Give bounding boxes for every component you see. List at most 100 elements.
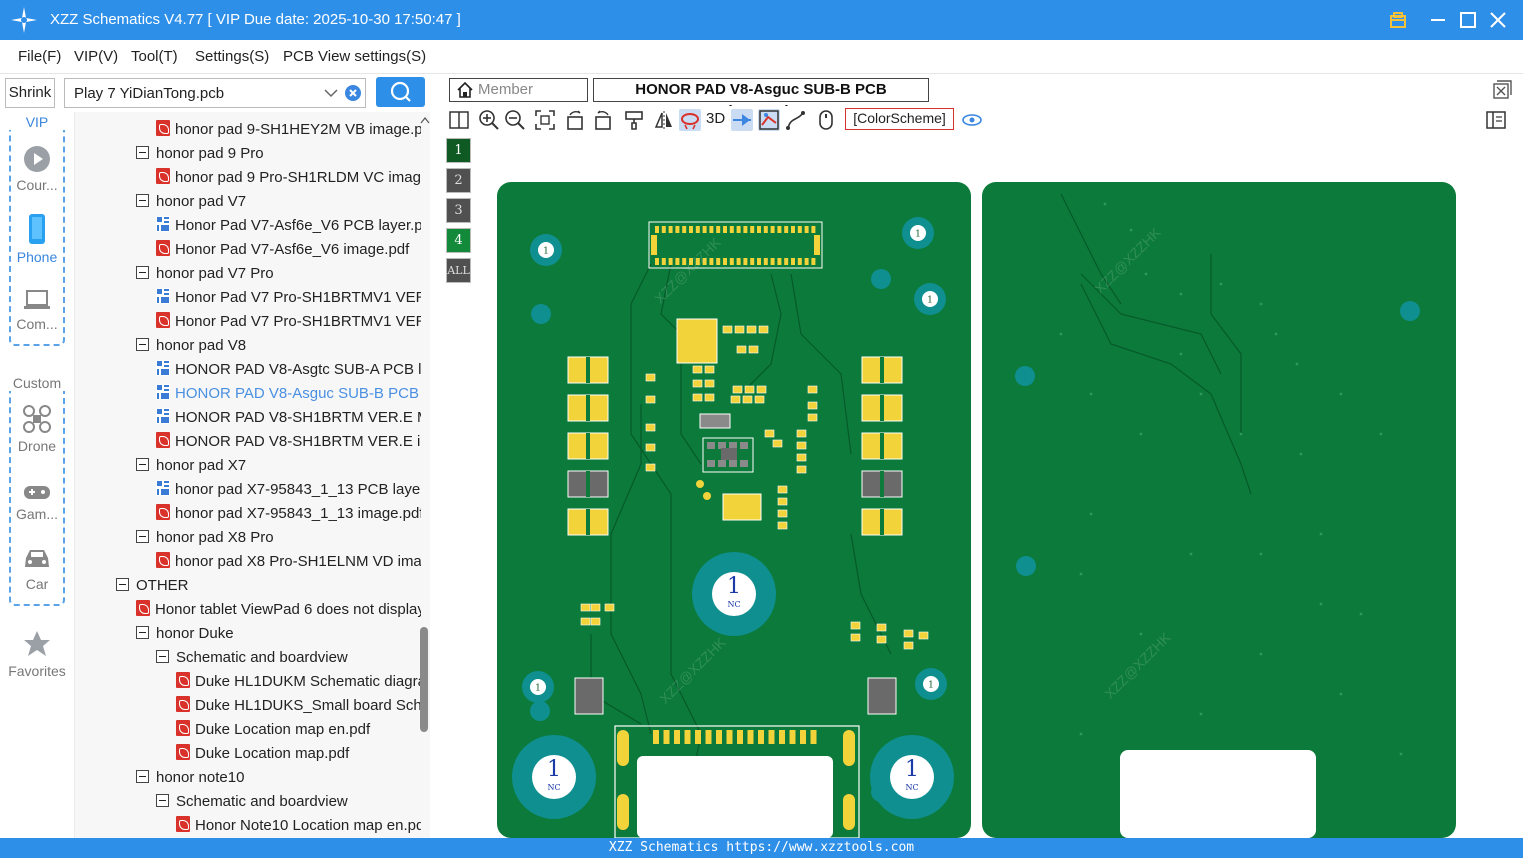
minimize-icon[interactable] bbox=[1426, 8, 1450, 32]
search-combobox[interactable]: Play 7 YiDianTong.pcb bbox=[64, 78, 366, 108]
connector-pin[interactable] bbox=[709, 226, 714, 233]
usb-pin[interactable] bbox=[684, 730, 691, 744]
split-view-icon[interactable] bbox=[448, 109, 470, 131]
usb-pin[interactable] bbox=[674, 730, 680, 744]
tree-file[interactable]: Honor Pad V7 Pro-SH1BRTMV1 VER.E PCB lay… bbox=[156, 286, 421, 310]
pad-gap[interactable] bbox=[880, 509, 884, 535]
via-hole[interactable] bbox=[1015, 366, 1035, 386]
ic-pad[interactable] bbox=[740, 442, 748, 449]
connector-shield[interactable] bbox=[651, 235, 657, 255]
usb-shield[interactable] bbox=[617, 730, 629, 766]
mirror-icon[interactable] bbox=[653, 109, 675, 131]
tree-file[interactable]: Duke Location map.pdf bbox=[176, 742, 421, 766]
capacitor-large[interactable] bbox=[722, 493, 762, 521]
passive-component[interactable] bbox=[850, 621, 861, 630]
tree-file[interactable]: Honor Pad V7 Pro-SH1BRTMV1 VER.E image.p… bbox=[156, 310, 421, 334]
connector-pin[interactable] bbox=[736, 258, 741, 265]
via-dot[interactable] bbox=[1339, 692, 1343, 696]
close-icon[interactable] bbox=[1486, 8, 1510, 32]
rail-item-drone[interactable]: Drone bbox=[0, 404, 74, 454]
passive-component[interactable] bbox=[742, 395, 753, 404]
passive-component[interactable] bbox=[734, 325, 745, 334]
connector-pin[interactable] bbox=[757, 226, 761, 233]
menu-vip[interactable]: VIP(V) bbox=[74, 48, 118, 65]
passive-component[interactable] bbox=[772, 439, 783, 448]
pcb-drawing[interactable]: 1111 11NC1NC1NCXZZ@XZZHK XZZ@XZZHKXZZ@XZZH… bbox=[441, 134, 1523, 838]
passive-component[interactable] bbox=[736, 345, 747, 354]
connector-pin[interactable] bbox=[797, 226, 802, 233]
tree-file[interactable]: Duke HL1DUKM Schematic diagram.pdf bbox=[176, 670, 421, 694]
close-all-tabs-icon[interactable] bbox=[1492, 80, 1512, 100]
ic-pad[interactable] bbox=[740, 460, 748, 467]
via-hole[interactable] bbox=[531, 304, 551, 324]
passive-component[interactable] bbox=[807, 401, 818, 410]
passive-component[interactable] bbox=[730, 395, 741, 404]
tree-file[interactable]: honor pad X7-95843_1_13 image.pdf bbox=[156, 502, 421, 526]
connector-pin[interactable] bbox=[743, 226, 748, 233]
ic-pad[interactable] bbox=[729, 460, 737, 467]
tree-file[interactable]: honor pad X7-95843_1_13 PCB layer.pcb bbox=[156, 478, 421, 502]
via-hole[interactable] bbox=[1400, 301, 1420, 321]
tree-folder[interactable]: honor pad X8 Pro bbox=[136, 526, 421, 550]
via-dot[interactable] bbox=[1259, 552, 1263, 556]
rail-item-courses[interactable]: Cour... bbox=[0, 145, 74, 193]
passive-component[interactable] bbox=[645, 373, 656, 382]
tab-current-file[interactable]: HONOR PAD V8-Asguc SUB-B PCB layer.pcb bbox=[593, 78, 929, 120]
usb-pin[interactable] bbox=[653, 730, 659, 744]
rail-item-phone[interactable]: Phone bbox=[0, 213, 74, 265]
tree-folder[interactable]: honor note10 bbox=[136, 766, 421, 790]
search-button[interactable] bbox=[376, 77, 425, 107]
inductor[interactable] bbox=[699, 413, 731, 429]
via-dot[interactable] bbox=[1379, 432, 1383, 436]
usb-pin[interactable] bbox=[779, 730, 785, 744]
connector-pin[interactable] bbox=[675, 226, 680, 233]
tree-file[interactable]: Honor Note10 Location map en.pdf bbox=[176, 814, 421, 838]
connector-pin[interactable] bbox=[770, 258, 775, 265]
via-dot[interactable] bbox=[1079, 572, 1083, 576]
usb-pin[interactable] bbox=[758, 730, 764, 744]
pad-gap[interactable] bbox=[880, 433, 884, 459]
passive-component[interactable] bbox=[777, 521, 788, 530]
passive-component[interactable] bbox=[732, 385, 743, 394]
search-input[interactable]: Play 7 YiDianTong.pcb bbox=[74, 85, 224, 102]
passive-component[interactable] bbox=[796, 465, 807, 474]
passive-component[interactable] bbox=[796, 453, 807, 462]
passive-component[interactable] bbox=[850, 633, 861, 642]
passive-component[interactable] bbox=[903, 641, 914, 650]
connector-pin[interactable] bbox=[791, 226, 795, 233]
connector-pin[interactable] bbox=[695, 226, 700, 233]
via-dot[interactable] bbox=[1359, 612, 1363, 616]
usb-pin[interactable] bbox=[800, 730, 806, 744]
via-dot[interactable] bbox=[1295, 362, 1299, 366]
connector-pin[interactable] bbox=[763, 258, 768, 265]
rail-item-favorites[interactable]: Favorites bbox=[0, 629, 74, 679]
tree-folder[interactable]: honor pad V7 Pro bbox=[136, 262, 421, 286]
passive-component[interactable] bbox=[796, 441, 807, 450]
usb-pin[interactable] bbox=[789, 730, 796, 744]
passive-component[interactable] bbox=[807, 385, 818, 394]
via-dot[interactable] bbox=[1139, 632, 1143, 636]
rotate-right-icon[interactable] bbox=[592, 109, 614, 131]
test-point[interactable] bbox=[696, 480, 704, 488]
test-point[interactable] bbox=[703, 492, 711, 500]
via-dot[interactable] bbox=[1339, 392, 1343, 396]
connector-pin[interactable] bbox=[770, 226, 775, 233]
passive-component[interactable] bbox=[807, 413, 818, 422]
usb-pin[interactable] bbox=[726, 730, 733, 744]
smd-pad[interactable] bbox=[867, 677, 897, 715]
usb-pin[interactable] bbox=[695, 730, 701, 744]
tree-file[interactable]: Honor Pad V7-Asf6e_V6 PCB layer.pcb bbox=[156, 214, 421, 238]
passive-component[interactable] bbox=[590, 603, 601, 612]
connector-pin[interactable] bbox=[750, 258, 755, 265]
rail-item-game[interactable]: Gam... bbox=[0, 482, 74, 522]
passive-component[interactable] bbox=[876, 635, 887, 644]
rail-item-car[interactable]: Car bbox=[0, 546, 74, 592]
connector-pin[interactable] bbox=[736, 226, 741, 233]
tree-file[interactable]: Duke HL1DUKS_Small board Schematic.pdf bbox=[176, 694, 421, 718]
connector-pin[interactable] bbox=[777, 258, 782, 265]
tree-scroll-thumb[interactable] bbox=[420, 627, 428, 732]
tree-folder[interactable]: Schematic and boardview bbox=[156, 790, 421, 814]
passive-component[interactable] bbox=[777, 509, 788, 518]
pad-gap[interactable] bbox=[586, 433, 590, 459]
pad-gap[interactable] bbox=[880, 395, 884, 421]
